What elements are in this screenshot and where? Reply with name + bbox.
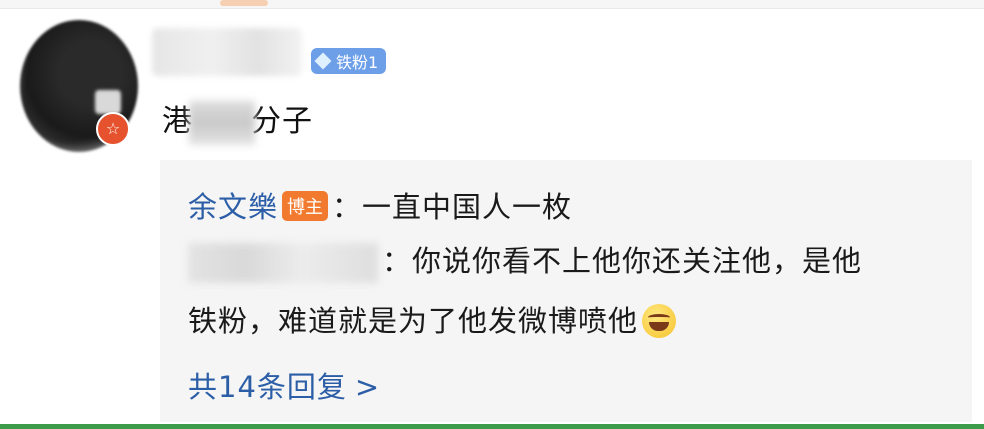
comment-text-redacted — [189, 100, 255, 145]
bottom-edge-strip — [0, 424, 984, 429]
fan-badge[interactable]: 铁粉1 — [311, 48, 387, 74]
replies-panel: 余文樂 博主 ：一直中国人一枚 ：你说你看不上他你还关注他，是他 铁粉，难道就是为了… — [160, 160, 972, 422]
chevron-right-icon: > — [354, 370, 381, 404]
reply-text-line2: 铁粉，难道就是为了他发微博喷他 — [188, 304, 639, 338]
fan-badge-label: 铁粉1 — [336, 53, 379, 72]
reply-item-continued: 铁粉，难道就是为了他发微博喷他 — [188, 298, 677, 340]
previous-item-strip — [0, 0, 984, 9]
laughing-emoji-icon — [642, 304, 677, 338]
comment-text-suffix: 分子 — [251, 104, 313, 139]
reply-text-line1: ：你说你看不上他你还关注他，是他 — [382, 244, 863, 278]
username-blurred[interactable] — [152, 28, 302, 76]
comment-text: 港分子 — [162, 96, 313, 145]
more-replies-label[interactable]: 共14条回复 — [188, 370, 347, 404]
reply-item[interactable]: ：你说你看不上他你还关注他，是他 — [188, 238, 862, 283]
reply-item[interactable]: 余文樂 博主 ：一直中国人一枚 — [188, 184, 572, 226]
star-icon: ☆ — [96, 112, 130, 146]
reply-text: ：一直中国人一枚 — [332, 190, 573, 224]
view-more-replies-link[interactable]: 共14条回复 > — [188, 364, 380, 406]
reply-author-name-blurred[interactable] — [188, 243, 378, 283]
previous-item-fragment — [220, 0, 268, 6]
reply-author-name[interactable]: 余文樂 — [188, 190, 278, 224]
diamond-icon — [314, 52, 332, 70]
host-badge: 博主 — [282, 191, 329, 221]
